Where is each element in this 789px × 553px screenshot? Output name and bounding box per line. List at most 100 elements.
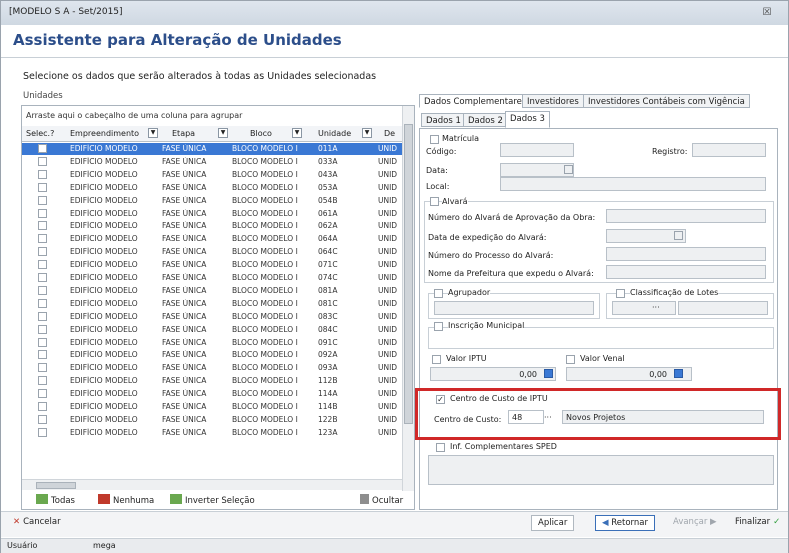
horizontal-scrollbar[interactable] xyxy=(22,479,402,490)
valor-iptu-field[interactable]: 0,00 xyxy=(430,367,556,381)
row-select-checkbox[interactable] xyxy=(38,169,47,179)
chevron-down-icon[interactable]: ▼ xyxy=(362,128,372,138)
table-row[interactable]: EDIFÍCIO MODELO FASE ÚNICA BLOCO MODELO I 1… xyxy=(22,388,402,400)
row-select-checkbox[interactable] xyxy=(38,427,47,437)
finish-button[interactable]: Finalizar ✓ xyxy=(735,517,780,527)
table-row[interactable]: EDIFÍCIO MODELO FASE ÚNICA BLOCO MODELO I 0… xyxy=(22,220,402,232)
row-select-checkbox[interactable] xyxy=(38,324,47,334)
class-lotes-checkbox[interactable] xyxy=(616,289,625,298)
tab-dados-3[interactable]: Dados 3 xyxy=(505,111,550,128)
sped-checkbox[interactable] xyxy=(436,443,445,452)
select-none-button[interactable]: Nenhuma xyxy=(98,494,154,506)
table-row[interactable]: EDIFÍCIO MODELO FASE ÚNICA BLOCO MODELO I 0… xyxy=(22,233,402,245)
row-select-checkbox[interactable] xyxy=(38,350,47,360)
class-lotes-code-field[interactable] xyxy=(612,301,676,315)
row-select-checkbox[interactable] xyxy=(38,260,47,270)
col-header-bloco[interactable]: Bloco xyxy=(250,129,272,138)
num-processo-field[interactable] xyxy=(606,247,766,261)
table-row[interactable]: EDIFÍCIO MODELO FASE ÚNICA BLOCO MODELO I 0… xyxy=(22,272,402,284)
row-select-checkbox[interactable] xyxy=(38,273,47,282)
row-select-checkbox[interactable] xyxy=(38,182,47,192)
calendar-icon[interactable] xyxy=(674,231,683,240)
num-alvara-field[interactable] xyxy=(606,209,766,223)
vertical-scrollbar[interactable] xyxy=(402,106,414,491)
row-select-checkbox[interactable] xyxy=(38,156,47,166)
calculator-icon[interactable] xyxy=(674,369,683,378)
table-row[interactable]: EDIFÍCIO MODELO FASE ÚNICA BLOCO MODELO I 0… xyxy=(22,285,402,297)
table-row[interactable]: EDIFÍCIO MODELO FASE ÚNICA BLOCO MODELO I 0… xyxy=(22,195,402,207)
table-row[interactable]: EDIFÍCIO MODELO FASE ÚNICA BLOCO MODELO I 0… xyxy=(22,349,402,361)
scroll-thumb[interactable] xyxy=(36,482,76,489)
table-row[interactable]: EDIFÍCIO MODELO FASE ÚNICA BLOCO MODELO I 0… xyxy=(22,362,402,374)
table-row[interactable]: EDIFÍCIO MODELO FASE ÚNICA BLOCO MODELO I 0… xyxy=(22,208,402,220)
row-select-checkbox[interactable] xyxy=(38,285,47,295)
col-header-unidade[interactable]: Unidade xyxy=(318,129,351,138)
scroll-thumb[interactable] xyxy=(404,124,413,424)
agrupador-checkbox[interactable] xyxy=(434,289,443,298)
tab-dados-1[interactable]: Dados 1 xyxy=(421,113,466,127)
insc-municipal-checkbox[interactable] xyxy=(434,322,443,331)
table-row[interactable]: EDIFÍCIO MODELO FASE ÚNICA BLOCO MODELO I 0… xyxy=(22,311,402,323)
table-row[interactable]: EDIFÍCIO MODELO FASE ÚNICA BLOCO MODELO I 0… xyxy=(22,143,402,155)
registro-field[interactable] xyxy=(692,143,766,157)
class-lotes-name-field[interactable] xyxy=(678,301,768,315)
row-select-checkbox[interactable] xyxy=(38,337,47,347)
select-all-button[interactable]: Todas xyxy=(36,494,75,506)
table-row[interactable]: EDIFÍCIO MODELO FASE ÚNICA BLOCO MODELO I 0… xyxy=(22,182,402,194)
codigo-field[interactable] xyxy=(500,143,574,157)
matricula-checkbox[interactable] xyxy=(430,135,439,144)
row-select-checkbox[interactable] xyxy=(38,389,47,399)
table-row[interactable]: EDIFÍCIO MODELO FASE ÚNICA BLOCO MODELO I 1… xyxy=(22,427,402,439)
row-select-checkbox[interactable] xyxy=(38,208,47,218)
close-icon[interactable]: ☒ xyxy=(756,5,778,21)
calendar-icon[interactable] xyxy=(564,165,573,174)
data-field[interactable] xyxy=(500,163,574,177)
lookup-icon[interactable]: ··· xyxy=(652,303,660,312)
table-row[interactable]: EDIFÍCIO MODELO FASE ÚNICA BLOCO MODELO I 0… xyxy=(22,246,402,258)
table-row[interactable]: EDIFÍCIO MODELO FASE ÚNICA BLOCO MODELO I 1… xyxy=(22,414,402,426)
tab-investidores[interactable]: Investidores xyxy=(522,94,584,108)
invert-selection-button[interactable]: Inverter Seleção xyxy=(170,494,255,506)
chevron-down-icon[interactable]: ▼ xyxy=(148,128,158,138)
row-select-checkbox[interactable] xyxy=(38,402,47,411)
chevron-down-icon[interactable]: ▼ xyxy=(218,128,228,138)
row-select-checkbox[interactable] xyxy=(38,247,47,257)
cancel-button[interactable]: ✕ Cancelar xyxy=(13,517,61,527)
table-row[interactable]: EDIFÍCIO MODELO FASE ÚNICA BLOCO MODELO I 1… xyxy=(22,401,402,413)
hide-button[interactable]: Ocultar xyxy=(360,494,403,506)
row-select-checkbox[interactable] xyxy=(38,414,47,424)
row-select-checkbox[interactable] xyxy=(38,363,47,373)
apply-button[interactable]: Aplicar xyxy=(531,515,575,531)
tab-dados-2[interactable]: Dados 2 xyxy=(463,113,508,127)
row-select-checkbox[interactable] xyxy=(38,234,47,244)
next-button[interactable]: Avançar ▶ xyxy=(673,517,717,527)
row-select-checkbox[interactable] xyxy=(38,144,47,153)
sped-field[interactable] xyxy=(428,455,774,485)
calculator-icon[interactable] xyxy=(544,369,553,378)
table-row[interactable]: EDIFÍCIO MODELO FASE ÚNICA BLOCO MODELO I 0… xyxy=(22,298,402,310)
row-select-checkbox[interactable] xyxy=(38,221,47,231)
local-field[interactable] xyxy=(500,177,766,191)
col-header-selec[interactable]: Selec.? xyxy=(26,129,54,138)
row-select-checkbox[interactable] xyxy=(38,195,47,205)
tab-investidores-contabeis[interactable]: Investidores Contábeis com Vigência xyxy=(583,94,750,108)
valor-iptu-checkbox[interactable] xyxy=(432,355,441,364)
row-select-checkbox[interactable] xyxy=(38,376,47,386)
alvara-checkbox[interactable] xyxy=(430,197,439,206)
back-button[interactable]: ◀ Retornar xyxy=(595,515,655,531)
table-row[interactable]: EDIFÍCIO MODELO FASE ÚNICA BLOCO MODELO I 0… xyxy=(22,337,402,349)
col-header-empreendimento[interactable]: Empreendimento xyxy=(70,129,139,138)
valor-venal-checkbox[interactable] xyxy=(566,355,575,364)
col-header-etapa[interactable]: Etapa xyxy=(172,129,195,138)
col-header-de[interactable]: De xyxy=(384,129,395,138)
tab-dados-complementares[interactable]: Dados Complementares xyxy=(419,94,532,108)
table-row[interactable]: EDIFÍCIO MODELO FASE ÚNICA BLOCO MODELO I 0… xyxy=(22,324,402,336)
table-row[interactable]: EDIFÍCIO MODELO FASE ÚNICA BLOCO MODELO I 0… xyxy=(22,156,402,168)
chevron-down-icon[interactable]: ▼ xyxy=(292,128,302,138)
table-row[interactable]: EDIFÍCIO MODELO FASE ÚNICA BLOCO MODELO I 0… xyxy=(22,259,402,271)
agrupador-field[interactable] xyxy=(434,301,594,315)
row-select-checkbox[interactable] xyxy=(38,311,47,321)
table-row[interactable]: EDIFÍCIO MODELO FASE ÚNICA BLOCO MODELO I 0… xyxy=(22,169,402,181)
group-drag-area[interactable]: Arraste aqui o cabeçalho de uma coluna p… xyxy=(22,106,402,124)
row-select-checkbox[interactable] xyxy=(38,298,47,308)
